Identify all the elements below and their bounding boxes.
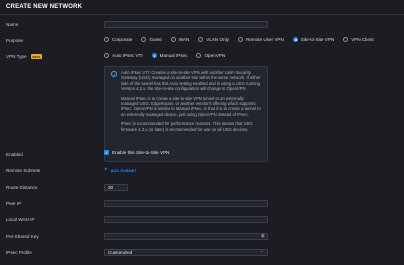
enable-vpn-checkbox[interactable]: ✓ Enable this Site-to-Site VPN — [104, 150, 169, 155]
plus-icon: + — [104, 167, 108, 173]
chevron-down-icon: ⌄ — [259, 248, 264, 254]
ipsec-profile-label: IPsec Profile — [6, 250, 32, 255]
enabled-label: Enabled — [6, 152, 23, 157]
local-wan-ip-input[interactable] — [104, 216, 268, 223]
purpose-option-site-to-site-vpn[interactable]: Site-to-Site VPN — [292, 37, 334, 42]
pre-shared-key-label: Pre-Shared Key — [6, 234, 39, 239]
radio-dot-icon — [343, 37, 349, 42]
eye-icon[interactable]: ◉ — [261, 234, 265, 239]
name-label: Name — [6, 22, 19, 27]
radio-dot-icon — [170, 37, 176, 42]
info-paragraph-recommendation: IPsec is recommended for performance rea… — [121, 121, 253, 132]
route-distance-input[interactable]: 30 — [104, 184, 128, 191]
vpn-type-label: VPN Type — [6, 54, 27, 59]
purpose-option-vpn-client[interactable]: VPN Client — [343, 37, 374, 42]
peer-ip-label: Peer IP — [6, 201, 22, 206]
radio-dot-icon — [141, 37, 147, 42]
local-wan-ip-label: Local WAN IP — [6, 217, 35, 222]
info-paragraph-manual: Manual IPsec is to create a site-to-site… — [121, 95, 261, 117]
remote-subnets-label: Remote Subnets — [6, 168, 41, 173]
info-text: Auto IPsec VTI: Creates a site-to-site V… — [121, 70, 261, 136]
vpn-type-radio-group: Auto IPsec VTI Manual IPsec OpenVPN — [104, 53, 234, 58]
purpose-option-wan[interactable]: WAN — [170, 37, 189, 42]
radio-selected-icon — [292, 37, 298, 42]
vpn-type-option-openvpn[interactable]: OpenVPN — [196, 53, 225, 58]
ipsec-profile-select[interactable]: Customized ⌄ — [104, 249, 268, 256]
info-paragraph-auto: Auto IPsec VTI: Creates a site-to-site V… — [121, 70, 261, 92]
radio-dot-icon — [104, 53, 109, 58]
peer-ip-input[interactable] — [104, 200, 268, 207]
header-divider — [0, 14, 404, 15]
purpose-label: Purpose — [6, 38, 24, 43]
vpn-type-option-auto-ipsec-vti[interactable]: Auto IPsec VTI — [104, 53, 143, 58]
ipsec-profile-value: Customized — [108, 250, 133, 255]
purpose-option-vlan-only[interactable]: VLAN Only — [198, 37, 229, 42]
beta-badge: BETA — [31, 54, 42, 59]
radio-dot-icon — [237, 37, 243, 42]
vpn-type-info-box: i Auto IPsec VTI: Creates a site-to-site… — [104, 66, 268, 162]
purpose-option-remote-user-vpn[interactable]: Remote User VPN — [237, 37, 284, 42]
purpose-radio-group: Corporate Guest WAN VLAN Only Remote Use… — [104, 37, 383, 42]
add-subnet-button[interactable]: + ADD SUBNET — [104, 167, 137, 173]
radio-dot-icon — [198, 37, 204, 42]
radio-dot-icon — [104, 37, 109, 42]
page-title: CREATE NEW NETWORK — [6, 4, 83, 10]
radio-dot-icon — [196, 53, 202, 58]
purpose-option-corporate[interactable]: Corporate — [104, 37, 132, 42]
pre-shared-key-input[interactable]: ◉ — [104, 233, 268, 240]
vpn-type-option-manual-ipsec[interactable]: Manual IPsec — [151, 53, 187, 58]
purpose-option-guest[interactable]: Guest — [141, 37, 162, 42]
info-icon: i — [111, 71, 117, 77]
name-input[interactable] — [104, 21, 268, 28]
checkbox-checked-icon: ✓ — [104, 150, 109, 155]
radio-selected-icon — [151, 53, 157, 58]
route-distance-label: Route Distance — [6, 185, 38, 190]
